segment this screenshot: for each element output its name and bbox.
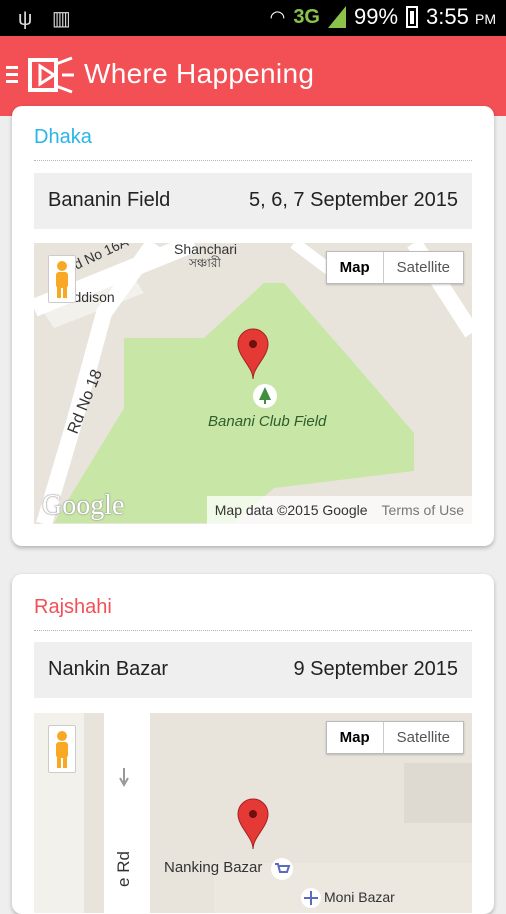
event-card[interactable]: Dhaka Bananin Field 5, 6, 7 September 20… bbox=[12, 106, 494, 546]
event-date: 9 September 2015 bbox=[293, 658, 458, 680]
signal-icon bbox=[328, 6, 346, 28]
status-right: ◠ 3G 99% 3:55 PM bbox=[270, 4, 496, 30]
battery-percent: 99% bbox=[354, 4, 399, 29]
street-view-pegman-icon[interactable] bbox=[48, 725, 76, 773]
status-bar: ψ ▥ ◠ 3G 99% 3:55 PM bbox=[0, 0, 506, 36]
park-icon bbox=[253, 384, 277, 408]
street-view-pegman-icon[interactable] bbox=[48, 255, 76, 303]
app-bar: Where Happening bbox=[0, 36, 506, 116]
satellite-button[interactable]: Satellite bbox=[384, 252, 463, 283]
notification-icons: ψ ▥ bbox=[18, 6, 71, 31]
google-logo: Google bbox=[42, 490, 125, 521]
map-type-control: Map Satellite bbox=[325, 251, 464, 284]
map-data-label: Map data ©2015 Google bbox=[214, 502, 368, 518]
poi-label: Moni Bazar bbox=[324, 889, 395, 905]
clock: 3:55 PM bbox=[426, 4, 496, 30]
satellite-button[interactable]: Satellite bbox=[384, 722, 463, 753]
wifi-icon: ◠ bbox=[269, 6, 286, 27]
map-attribution: Map data ©2015 Google Terms of Use bbox=[206, 496, 472, 524]
divider bbox=[34, 630, 472, 631]
city-name: Rajshahi bbox=[34, 596, 112, 618]
poi-icon bbox=[301, 888, 321, 908]
map-view[interactable]: e Rd Nanking Bazar Moni Bazar Map Satell… bbox=[34, 713, 472, 913]
place-label: Nanking Bazar bbox=[164, 859, 263, 876]
app-title: Where Happening bbox=[84, 58, 315, 89]
event-row[interactable]: Nankin Bazar 9 September 2015 bbox=[34, 642, 472, 698]
map-button[interactable]: Map bbox=[327, 252, 384, 283]
event-row[interactable]: Bananin Field 5, 6, 7 September 2015 bbox=[34, 173, 472, 229]
event-name: Nankin Bazar bbox=[48, 658, 169, 680]
usb-icon: ψ bbox=[18, 8, 33, 30]
app-logo-icon bbox=[28, 56, 74, 94]
clock-ampm: PM bbox=[475, 11, 496, 27]
terms-of-use-link[interactable]: Terms of Use bbox=[382, 502, 464, 518]
road-label: e Rd bbox=[113, 851, 133, 887]
event-date: 5, 6, 7 September 2015 bbox=[248, 189, 458, 211]
place-label-local: সঞ্চারী bbox=[189, 256, 221, 270]
shopping-cart-icon bbox=[271, 858, 293, 880]
park-label: Banani Club Field bbox=[208, 413, 327, 430]
map-view[interactable]: Rd No 16A Shanchari সঞ্চারী Maddison Rd … bbox=[34, 243, 472, 524]
network-type: 3G bbox=[293, 5, 320, 28]
event-card[interactable]: Rajshahi Nankin Bazar 9 September 2015 e… bbox=[12, 574, 494, 914]
location-marker-icon[interactable] bbox=[236, 797, 270, 851]
city-name: Dhaka bbox=[34, 126, 92, 148]
clock-time: 3:55 bbox=[426, 4, 469, 29]
sdcard-icon: ▥ bbox=[51, 8, 71, 30]
menu-icon[interactable] bbox=[6, 66, 18, 84]
battery-icon bbox=[406, 6, 419, 28]
map-type-control: Map Satellite bbox=[325, 721, 464, 754]
event-name: Bananin Field bbox=[48, 189, 171, 211]
divider bbox=[34, 160, 472, 161]
location-marker-icon[interactable] bbox=[236, 327, 270, 381]
map-button[interactable]: Map bbox=[327, 722, 384, 753]
